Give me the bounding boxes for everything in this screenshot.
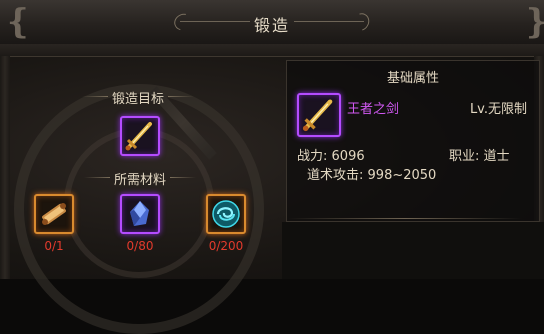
forge-target-text: 锻造目标 [112,92,165,107]
attack-stat: 道术攻击: 998~2050 [307,164,436,183]
attack-value: 998~2050 [367,168,437,183]
attributes-panel: 基础属性 王者之剑 Lv.无限制 战力: 6096 职业: 道士 道术攻击: 9… [286,60,540,222]
power-label: 战力: [297,149,328,164]
item-level: Lv.无限制 [469,102,527,117]
forge-area: 锻造目标 所需材料 0/1 0/80 0/200 [8,58,280,334]
material-slot-orb[interactable] [206,194,246,234]
power-stat: 战力: 6096 [297,145,365,164]
bottom-panel-area [282,222,544,279]
job-stat: 职业: 道士 [449,145,510,164]
golden-sword-icon [125,122,152,151]
item-preview-slot[interactable] [297,93,341,137]
title-line-right [294,21,364,22]
swirl-orb-item-icon [212,200,240,228]
job-value: 道士 [483,149,510,164]
material-count-crystal: 0/80 [126,239,154,253]
item-name: 王者之剑 [347,102,400,117]
panel-divider [288,218,522,219]
forge-target-slot[interactable] [120,116,160,156]
attack-label: 道术攻击: [307,168,364,183]
title-rail [0,44,544,57]
label-bar-left [82,96,108,97]
materials-text: 所需材料 [114,173,167,188]
label-bar-right [170,177,197,178]
window-title: 锻造 [253,16,290,35]
material-slot-scroll[interactable] [34,194,74,234]
job-label: 职业: [449,149,480,164]
crystal-ore-item-icon [130,201,149,226]
golden-sword-icon [302,99,333,132]
material-count-scroll: 0/1 [44,239,64,253]
title-right-ornament: ❵ [522,2,544,42]
power-value: 6096 [331,149,365,164]
material-count-orb: 0/200 [208,239,244,253]
forge-target-label: 锻造目标 [82,88,195,107]
label-bar-left [84,177,110,178]
material-slot-crystal[interactable] [120,194,160,234]
forge-window: ❴ 锻造 ❵ 锻造目标 所需材料 [0,0,544,334]
title-bar: ❴ 锻造 ❵ [0,0,544,45]
label-bar-right [168,96,195,97]
attributes-title: 基础属性 [386,71,439,86]
materials-label: 所需材料 [84,169,197,188]
scroll-item-icon [42,203,66,225]
